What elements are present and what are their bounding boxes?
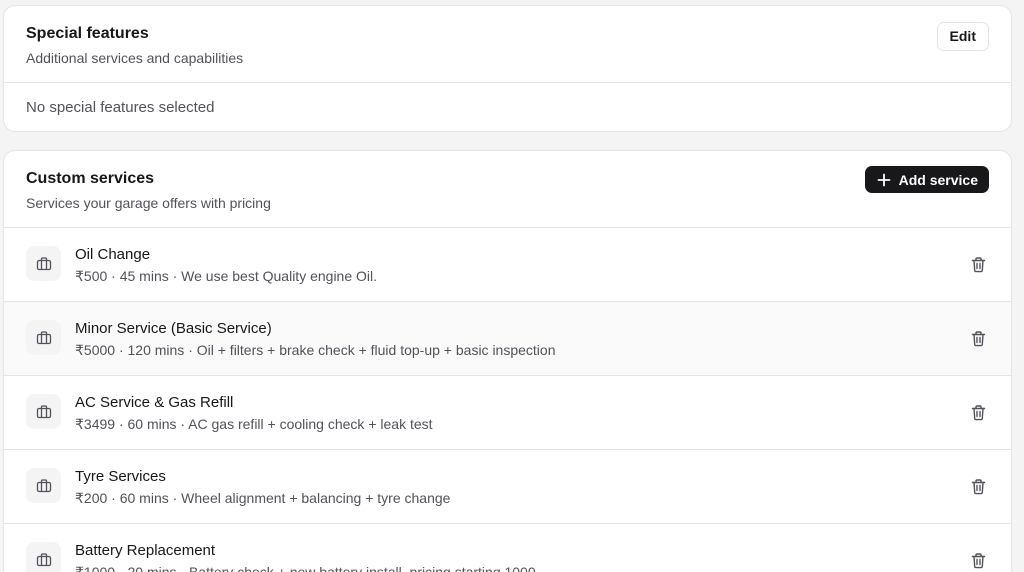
trash-icon[interactable] [967,476,989,498]
briefcase-icon [26,468,61,503]
service-details: ₹1000 · 20 mins · Battery check + new ba… [75,564,536,572]
service-row: AC Service & Gas Refill ₹3499 · 60 mins … [4,376,1011,450]
custom-services-header: Custom services Services your garage off… [4,151,1011,228]
service-details: ₹3499 · 60 mins · AC gas refill + coolin… [75,416,433,432]
briefcase-icon [26,394,61,429]
trash-icon[interactable] [967,254,989,276]
service-name: Tyre Services [75,468,166,485]
custom-services-card: Custom services Services your garage off… [3,150,1012,572]
service-details: ₹5000 · 120 mins · Oil + filters + brake… [75,342,556,358]
add-service-button[interactable]: Add service [864,166,989,193]
special-features-card: Special features Additional services and… [3,5,1012,132]
service-details: ₹200 · 60 mins · Wheel alignment + balan… [75,490,451,506]
service-row: Minor Service (Basic Service) ₹5000 · 12… [4,302,1011,376]
service-name: Minor Service (Basic Service) [75,320,272,337]
custom-services-subtitle: Services your garage offers with pricing [26,195,271,211]
service-row: Battery Replacement ₹1000 · 20 mins · Ba… [4,524,1011,572]
special-features-header: Special features Additional services and… [4,6,1011,83]
custom-services-title: Custom services [26,170,155,187]
add-service-label: Add service [898,171,978,188]
service-list: Oil Change ₹500 · 45 mins · We use best … [4,228,1011,572]
service-row: Tyre Services ₹200 · 60 mins · Wheel ali… [4,450,1011,524]
plus-icon [877,173,891,186]
briefcase-icon [26,320,61,355]
briefcase-icon [26,542,61,572]
trash-icon[interactable] [967,328,989,350]
trash-icon[interactable] [967,550,989,572]
special-features-subtitle: Additional services and capabilities [26,50,244,66]
special-features-empty-text: No special features selected [26,99,215,116]
service-name: AC Service & Gas Refill [75,394,234,411]
service-name: Battery Replacement [75,542,216,559]
service-row: Oil Change ₹500 · 45 mins · We use best … [4,228,1011,302]
trash-icon[interactable] [967,402,989,424]
edit-button[interactable]: Edit [936,22,989,51]
service-name: Oil Change [75,246,151,263]
briefcase-icon [26,246,61,281]
service-details: ₹500 · 45 mins · We use best Quality eng… [75,268,378,284]
special-features-title: Special features [26,25,149,42]
